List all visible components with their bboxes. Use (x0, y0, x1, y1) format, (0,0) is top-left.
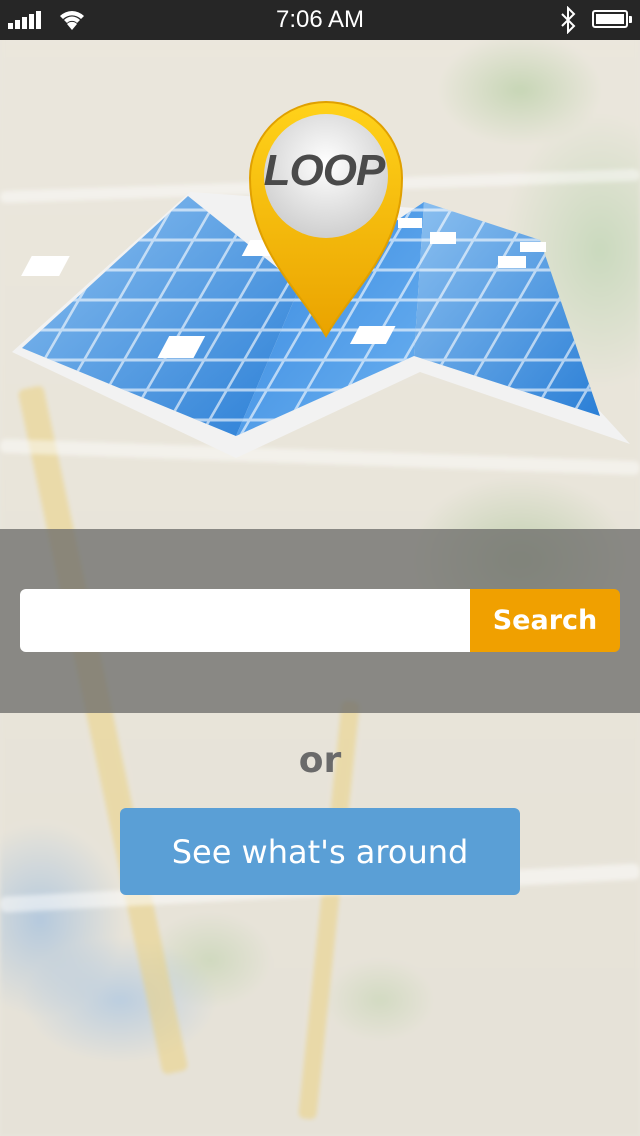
see-whats-around-button[interactable]: See what's around (120, 808, 520, 895)
search-button[interactable]: Search (470, 589, 620, 652)
bluetooth-icon (561, 6, 576, 34)
loop-logo: LOOP (0, 90, 640, 470)
logo-text: LOOP (263, 146, 386, 195)
search-input[interactable] (20, 589, 470, 652)
battery-icon (592, 10, 632, 28)
or-divider: or (298, 740, 342, 781)
status-time: 7:06 AM (275, 6, 365, 33)
status-bar: 7:06 AM (0, 0, 640, 40)
search-band: Search (0, 529, 640, 713)
